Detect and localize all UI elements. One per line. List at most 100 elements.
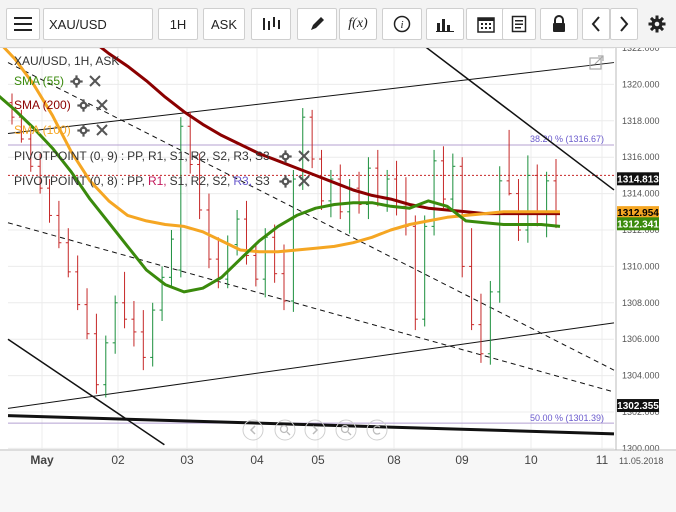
bars-icon [436, 19, 454, 32]
x-tick-label: 03 [180, 453, 194, 467]
price-badge: 1302.355 [617, 399, 659, 413]
legend-sma55: SMA (55) [14, 74, 101, 88]
y-tick-label: 1314.000 [622, 189, 660, 199]
svg-text:i: i [400, 19, 403, 31]
pivot2-item-s2: S2, [212, 174, 231, 188]
pivot1-remove[interactable] [298, 150, 310, 162]
price-badge-label: 1312.341 [617, 219, 659, 230]
info-button[interactable]: i [382, 8, 422, 40]
timeframe-label: 1H [169, 16, 187, 32]
pivot2-item-s1: S1, [169, 174, 188, 188]
indicators-button[interactable]: f(x) [339, 8, 377, 40]
pivot2-item-0: : [120, 174, 125, 188]
pivot1-item-pp: PP, [127, 149, 145, 163]
scroll-right-button[interactable] [610, 8, 638, 40]
x-tick-label: 04 [250, 453, 264, 467]
pivot2-label: PIVOTPOINT (0, 8) [14, 174, 118, 188]
y-tick-label: 1316.000 [622, 152, 660, 162]
pivot2-settings[interactable] [279, 174, 292, 188]
pivot1-item-s1: S1, [169, 149, 188, 163]
legend-title-text: XAU/USD, 1H, ASK [14, 54, 120, 68]
y-tick-label: 1318.000 [622, 116, 660, 126]
pivot2-item-r1: R1, [147, 174, 167, 188]
lock-icon [553, 15, 565, 32]
close-icon [298, 150, 310, 162]
y-tick-label: 1322.000 [622, 48, 660, 53]
close-icon [95, 124, 108, 136]
menu-button[interactable] [6, 8, 40, 40]
info-icon: i [393, 15, 411, 33]
pivot1-item-r2: R2, [190, 149, 210, 163]
gear-icon [77, 123, 90, 137]
price-type-label: ASK [210, 16, 237, 32]
y-tick-label: 1304.000 [622, 371, 660, 381]
gear-icon [279, 149, 292, 163]
lock-button[interactable] [540, 8, 578, 40]
pivot1-item-s3: S3 [255, 149, 270, 163]
fib-label-5000: 50.00 % (1301.39) [530, 413, 604, 423]
legend-pivot-2: PIVOTPOINT (0, 8) : PP, R1, S1, R2, S2, … [14, 174, 310, 188]
fx-icon: f(x) [348, 16, 368, 31]
pivot1-label: PIVOTPOINT (0, 9) [14, 149, 118, 163]
timeframe-selector[interactable]: 1H [158, 8, 198, 40]
price-badge: 1312.341 [617, 217, 659, 231]
scroll-left-button[interactable] [582, 8, 610, 40]
gear-icon [70, 74, 83, 88]
x-tick-label: 05 [311, 453, 325, 467]
x-axis-bg [0, 451, 676, 512]
chevron-left-icon [591, 16, 600, 32]
price-chart[interactable]: 38.20 % (1316.67)50.00 % (1301.39) 1322.… [0, 48, 676, 512]
sma55-label: SMA (55) [14, 74, 65, 88]
menu-icon [14, 17, 32, 31]
price-badge-label: 1314.813 [617, 174, 659, 185]
document-icon [511, 15, 527, 33]
sma200-settings[interactable] [77, 98, 90, 112]
close-icon [298, 175, 310, 187]
price-type-selector[interactable]: ASK [203, 8, 245, 40]
popout-button[interactable] [589, 54, 605, 70]
gear-icon [279, 174, 292, 188]
y-tick-label: 1310.000 [622, 261, 660, 271]
y-tick-label: 1306.000 [622, 334, 660, 344]
gear-icon [648, 15, 666, 33]
x-tick-label: 09 [455, 453, 469, 467]
legend-sma200: SMA (200) [14, 98, 108, 112]
sma200-label: SMA (200) [14, 98, 71, 112]
pivot1-item-r1: R1, [147, 149, 167, 163]
chart-toolbar: XAU/USD 1H ASK f(x) i [0, 0, 676, 48]
price-badge: 1314.813 [617, 172, 659, 186]
chart-type-button[interactable] [251, 8, 291, 40]
pivot1-item-0: : [120, 149, 125, 163]
x-tick-label: 11 [596, 453, 609, 467]
chevron-right-icon [620, 16, 629, 32]
price-badge: 1312.954 [617, 206, 659, 220]
calendar-icon [477, 17, 495, 33]
pivot2-item-r2: R2, [190, 174, 210, 188]
candles-icon [263, 17, 280, 30]
sma100-remove[interactable] [95, 124, 108, 136]
pivot1-settings[interactable] [279, 149, 292, 163]
pivot2-remove[interactable] [298, 175, 310, 187]
sma100-settings[interactable] [77, 123, 90, 137]
sma55-settings[interactable] [70, 74, 83, 88]
pivot1-item-r3: R3, [233, 149, 253, 163]
sma100-label: SMA (100) [14, 123, 71, 137]
x-tick-label: 10 [524, 453, 538, 467]
sma200-remove[interactable] [95, 99, 108, 111]
symbol-selector[interactable]: XAU/USD [43, 8, 153, 40]
settings-button[interactable] [644, 8, 670, 40]
y-tick-label: 1308.000 [622, 298, 660, 308]
calendar-button[interactable] [466, 8, 506, 40]
sma55-remove[interactable] [89, 75, 101, 87]
pivot1-item-s2: S2, [212, 149, 231, 163]
x-end-date: 11.05.2018 [619, 456, 663, 466]
drawing-tools-button[interactable] [297, 8, 337, 40]
legend-sma100: SMA (100) [14, 123, 108, 137]
close-icon [95, 99, 108, 111]
notes-button[interactable] [502, 8, 536, 40]
price-badge-label: 1302.355 [617, 401, 659, 412]
legend-pivot-1: PIVOTPOINT (0, 9) : PP, R1, S1, R2, S2, … [14, 149, 310, 163]
pencil-icon [311, 17, 324, 30]
bar-chart-button[interactable] [426, 8, 464, 40]
pivot2-item-r3: R3, [233, 174, 253, 188]
